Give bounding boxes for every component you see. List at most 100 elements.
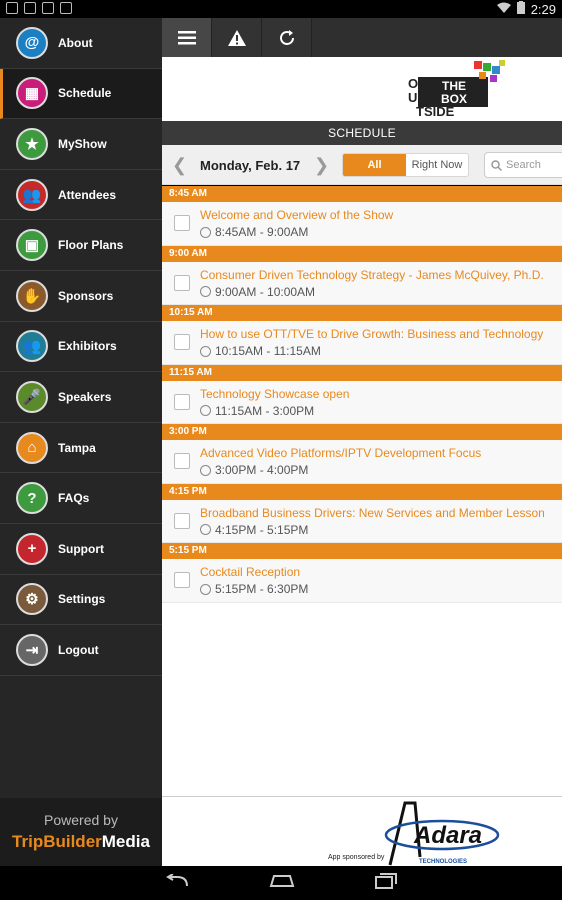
refresh-button[interactable] [262,18,312,57]
toolbar-spacer [312,18,562,57]
question-icon: ? [16,482,48,515]
home-button[interactable] [269,874,295,893]
home-icon [269,874,295,887]
logo-letter-u: U [408,90,417,105]
session-time: 3:00PM - 4:00PM [200,463,308,477]
session-title[interactable]: Welcome and Overview of the Show [200,208,393,222]
schedule-list: 8:45 AM Welcome and Overview of the Show 8… [162,186,562,796]
session-row[interactable]: Cocktail Reception 5:15PM - 6:30PM [162,559,562,603]
session-checkbox[interactable] [174,572,190,588]
group-icon: 👥 [16,178,48,211]
session-time: 5:15PM - 6:30PM [200,582,308,596]
session-row[interactable]: Advanced Video Platforms/IPTV Developmen… [162,440,562,484]
at-icon: @ [16,26,48,59]
session-time: 4:15PM - 5:15PM [200,523,308,537]
person-star-icon: ★ [16,127,48,160]
session-checkbox[interactable] [174,512,190,529]
sidebar-footer: Powered by TripBuilderMedia [0,798,162,866]
event-logo-area: THE BOX O U TSIDE [162,57,562,121]
session-checkbox[interactable] [174,334,190,350]
session-time-range: 4:15PM - 5:15PM [215,522,309,537]
time-slot-header: 8:45 AM [162,186,562,202]
handshake-icon: ✋ [16,279,48,312]
alert-button[interactable] [212,18,262,57]
sidebar-item-label: Floor Plans [58,238,124,253]
time-slot-header: 9:00 AM [162,245,562,262]
search-icon [491,159,502,171]
alert-icon [227,29,246,46]
session-title[interactable]: Technology Showcase open [200,387,349,401]
prev-day-button[interactable]: ❮ [172,155,187,176]
sidebar-item-faqs[interactable]: ? FAQs [0,473,162,524]
back-button[interactable] [165,872,189,893]
toolbar [162,18,562,57]
session-checkbox[interactable] [174,215,190,231]
session-checkbox[interactable] [174,274,190,291]
tab-all[interactable]: All [343,154,406,176]
sidebar-item-sponsors[interactable]: ✋ Sponsors [0,271,162,322]
tab-right-now[interactable]: Right Now [406,154,468,176]
sidebar-menu: @ About ▦ Schedule ★ MyShow 👥 Attendees ▣ Floor P… [0,18,162,676]
system-nav-bar [0,866,562,900]
menu-button[interactable] [162,18,212,57]
session-row[interactable]: How to use OTT/TVE to Drive Growth: Busi… [162,321,562,365]
sidebar-item-tampa[interactable]: ⌂ Tampa [0,423,162,474]
play-store-icon [42,2,54,14]
sidebar-item-label: FAQs [58,491,90,506]
sidebar-item-attendees[interactable]: 👥 Attendees [0,170,162,221]
plus-icon: + [16,532,48,565]
file-icon [60,2,72,14]
sidebar-item-support[interactable]: + Support [0,524,162,575]
sidebar-item-settings[interactable]: ⚙ Settings [0,575,162,626]
sidebar-item-label: Sponsors [58,288,114,303]
sidebar-item-label: Speakers [58,389,112,404]
session-time-range: 3:00PM - 4:00PM [215,463,309,477]
sidebar-item-logout[interactable]: ⇥ Logout [0,625,162,676]
clock-icon [200,345,211,357]
search-input[interactable]: Search [484,152,562,178]
session-time-range: 8:45AM - 9:00AM [215,225,309,239]
gear-icon: ⚙ [16,583,48,616]
session-checkbox[interactable] [174,453,190,469]
sidebar-item-label: Support [58,541,104,556]
session-row[interactable]: Welcome and Overview of the Show 8:45AM -… [162,202,562,246]
people-icon: 👥 [16,330,48,363]
recents-button[interactable] [375,872,397,894]
filter-segmented-control: All Right Now [342,153,469,177]
session-title[interactable]: Consumer Driven Technology Strategy - Ja… [200,268,544,282]
session-row[interactable]: Broadband Business Drivers: New Services… [162,499,562,543]
session-time-range: 10:15AM - 11:15AM [215,344,321,358]
next-day-button[interactable]: ❯ [314,155,329,176]
sidebar-item-schedule[interactable]: ▦ Schedule [0,68,162,120]
sidebar-item-about[interactable]: @ About [0,18,162,69]
sidebar-item-speakers[interactable]: 🎤 Speakers [0,372,162,423]
logo-text-tside: TSIDE [416,104,455,119]
logo-text-the: THE [442,79,466,93]
session-time: 9:00AM - 10:00AM [200,285,315,299]
time-slot-header: 4:15 PM [162,483,562,500]
session-title[interactable]: Advanced Video Platforms/IPTV Developmen… [200,446,481,460]
session-title[interactable]: Cocktail Reception [200,565,300,579]
adara-name: Adara [413,822,482,849]
clock-icon [200,583,211,595]
session-title[interactable]: Broadband Business Drivers: New Services… [200,506,545,520]
session-row[interactable]: Technology Showcase open 11:15AM - 3:00PM [162,380,562,424]
sidebar-item-label: Tampa [58,440,96,455]
session-time: 10:15AM - 11:15AM [200,344,321,358]
session-checkbox[interactable] [174,393,190,410]
session-title[interactable]: How to use OTT/TVE to Drive Growth: Busi… [200,327,543,341]
clock-icon [200,524,211,535]
sidebar-item-myshow[interactable]: ★ MyShow [0,119,162,170]
clock-icon [200,286,211,297]
sponsor-banner[interactable]: App sponsored by Adara TECHNOLOGIES [162,796,562,866]
sidebar-item-label: Settings [58,592,106,607]
session-time-range: 5:15PM - 6:30PM [215,582,309,596]
sidebar-item-exhibitors[interactable]: 👥 Exhibitors [0,322,162,373]
status-time: 2:29 [530,1,556,17]
sidebar-item-floor-plans[interactable]: ▣ Floor Plans [0,220,162,271]
adara-subtitle: TECHNOLOGIES [419,859,467,865]
time-slot-header: 3:00 PM [162,424,562,440]
session-time-range: 11:15AM - 3:00PM [215,403,315,418]
refresh-icon [279,29,294,45]
session-row[interactable]: Consumer Driven Technology Strategy - Ja… [162,261,562,305]
